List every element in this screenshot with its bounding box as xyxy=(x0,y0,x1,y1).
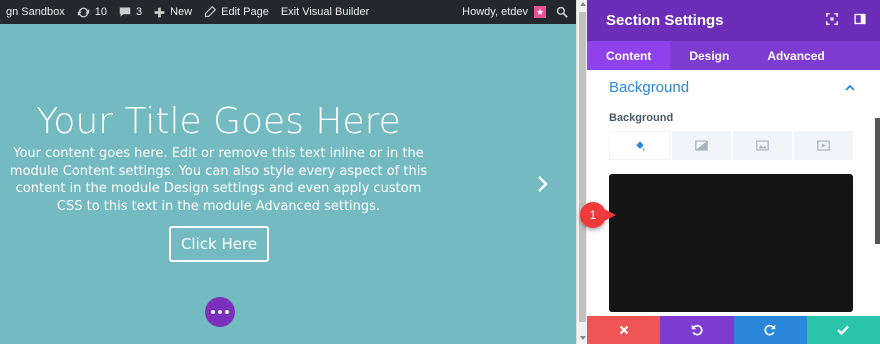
save-button[interactable] xyxy=(806,316,880,344)
close-icon xyxy=(619,325,628,335)
new-link[interactable]: New xyxy=(148,0,198,24)
admin-bar: gn Sandbox 10 3 New Edit Page Exit Visua… xyxy=(0,0,576,24)
panel-body: Background Background xyxy=(587,70,880,316)
scroll-down-icon[interactable] xyxy=(580,336,586,340)
tab-advanced[interactable]: Advanced xyxy=(748,41,843,70)
tab-design[interactable]: Design xyxy=(670,41,748,70)
settings-panel: Section Settings Content Design Advanced… xyxy=(587,0,880,344)
undo-icon xyxy=(691,324,703,336)
checkmark-icon xyxy=(837,325,850,335)
gradient-icon xyxy=(695,140,708,151)
chevron-up-icon xyxy=(845,84,855,91)
hero-body-text[interactable]: Your content goes here. Edit or remove t… xyxy=(0,145,437,215)
edit-page-link[interactable]: Edit Page xyxy=(198,0,275,24)
hero-section: Your Title Goes Here Your content goes h… xyxy=(0,24,576,344)
background-section-toggle[interactable]: Background xyxy=(609,79,855,96)
howdy-label[interactable]: Howdy, etdev xyxy=(462,6,528,18)
expand-icon[interactable] xyxy=(826,13,838,25)
scroll-up-icon[interactable] xyxy=(580,2,586,6)
exit-visual-builder-link[interactable]: Exit Visual Builder xyxy=(275,0,375,24)
panel-header: Section Settings xyxy=(587,0,880,41)
exit-builder-label: Exit Visual Builder xyxy=(280,6,370,18)
comments-link[interactable]: 3 xyxy=(113,0,148,24)
callout-number: 1 xyxy=(589,208,597,222)
pencil-icon xyxy=(205,6,217,18)
comment-icon xyxy=(119,7,131,17)
cancel-button[interactable] xyxy=(587,316,661,344)
hero-title[interactable]: Your Title Goes Here xyxy=(0,101,437,143)
site-name-link[interactable]: gn Sandbox xyxy=(0,0,71,24)
search-icon[interactable] xyxy=(556,6,568,18)
settings-tabs: Content Design Advanced xyxy=(587,41,880,70)
bg-gradient-tab[interactable] xyxy=(672,131,731,160)
background-type-tabs xyxy=(609,131,853,160)
bg-video-tab[interactable] xyxy=(794,131,853,160)
redo-icon xyxy=(764,324,776,336)
updates-count: 10 xyxy=(94,6,107,18)
panel-title: Section Settings xyxy=(606,12,724,29)
more-options-button[interactable] xyxy=(205,297,235,327)
callout-marker: 1 xyxy=(580,202,616,228)
avatar[interactable]: ★ xyxy=(534,6,546,18)
edit-page-label: Edit Page xyxy=(221,6,269,18)
refresh-icon xyxy=(77,7,89,17)
tab-content[interactable]: Content xyxy=(587,41,671,70)
sidebar-toggle-icon[interactable] xyxy=(854,13,866,25)
site-name: gn Sandbox xyxy=(6,6,65,18)
updates-link[interactable]: 10 xyxy=(71,0,113,24)
page-scrollbar[interactable] xyxy=(576,0,587,344)
redo-button[interactable] xyxy=(733,316,807,344)
chevron-right-icon[interactable] xyxy=(535,174,551,194)
image-icon xyxy=(756,140,769,151)
paint-bucket-icon xyxy=(635,141,644,151)
comments-count: 3 xyxy=(135,6,143,18)
scroll-thumb[interactable] xyxy=(579,12,586,322)
plus-icon xyxy=(154,7,165,17)
undo-button[interactable] xyxy=(660,316,734,344)
click-here-button[interactable]: Click Here xyxy=(169,226,269,262)
bg-color-tab[interactable] xyxy=(609,131,670,160)
panel-scrollbar[interactable] xyxy=(875,118,880,244)
bg-image-tab[interactable] xyxy=(733,131,792,160)
background-color-preview[interactable] xyxy=(609,174,853,312)
background-field-label: Background xyxy=(609,112,674,124)
video-icon xyxy=(817,140,830,151)
section-title: Background xyxy=(609,79,690,96)
panel-footer xyxy=(587,316,880,344)
new-label: New xyxy=(170,6,193,18)
